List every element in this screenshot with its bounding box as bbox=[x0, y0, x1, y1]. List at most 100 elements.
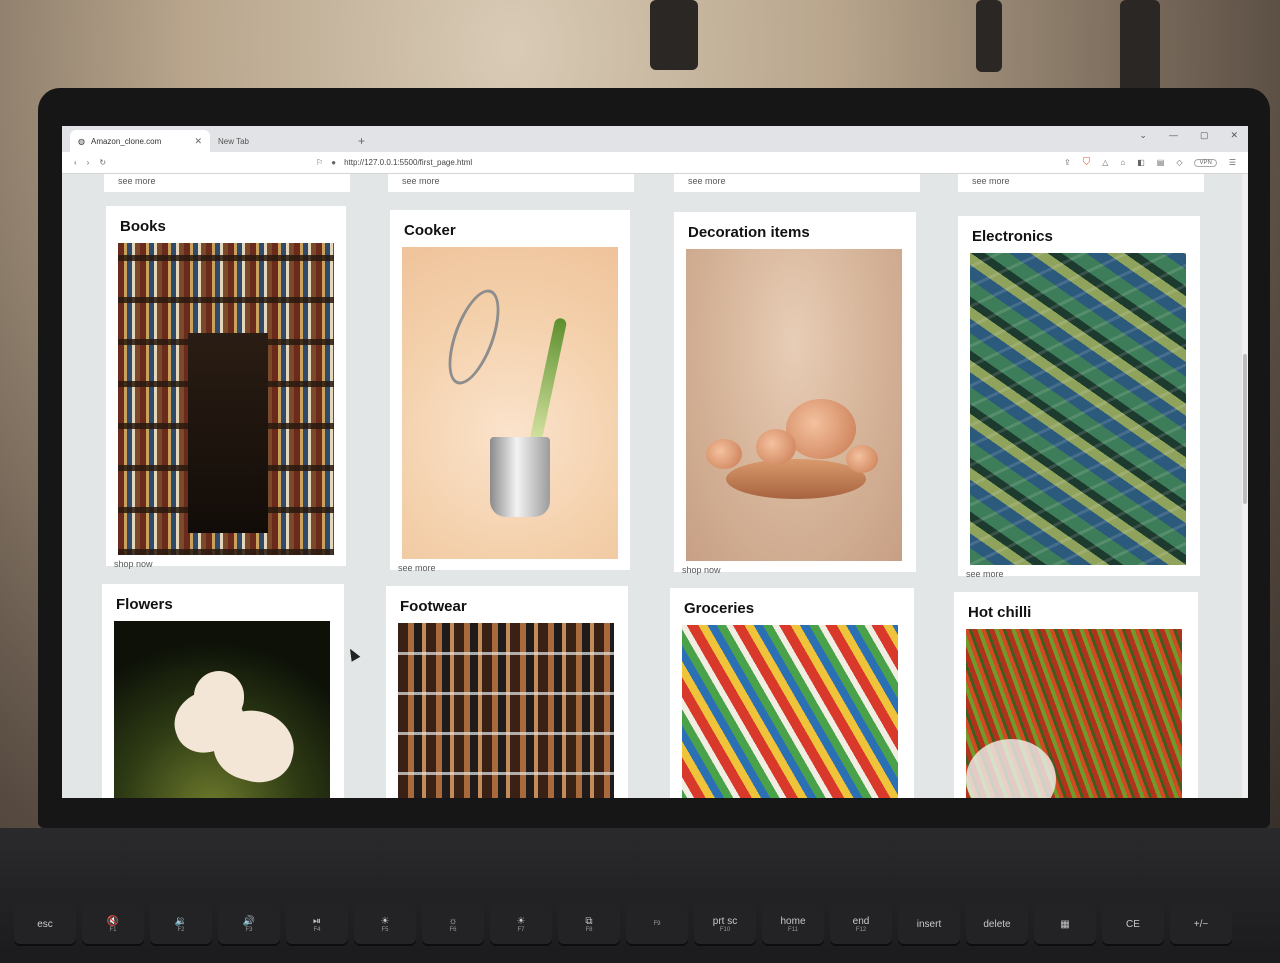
page-scrollbar[interactable] bbox=[1242, 174, 1248, 798]
see-more-link[interactable]: see more bbox=[388, 174, 634, 192]
maximize-icon[interactable]: ▢ bbox=[1200, 130, 1209, 141]
shop-now-link[interactable]: shop now bbox=[114, 559, 340, 569]
brave-shield-icon[interactable]: ⛉ bbox=[1083, 157, 1091, 168]
shop-now-link[interactable]: shop now bbox=[682, 565, 910, 575]
key-brightness-down[interactable]: ☼ F6 bbox=[422, 904, 484, 944]
card-title: Cooker bbox=[404, 222, 456, 239]
pumpkin-shape bbox=[756, 429, 796, 465]
grocery-shelf-photo[interactable] bbox=[682, 625, 898, 798]
key-label: delete bbox=[983, 918, 1011, 930]
chair-leg bbox=[650, 0, 698, 70]
key-prt-sc[interactable]: prt sc F10 bbox=[694, 904, 756, 944]
key-play-pause[interactable]: ⏯ F4 bbox=[286, 904, 348, 944]
chilli-market-photo[interactable] bbox=[966, 629, 1182, 798]
key-sublabel: F4 bbox=[313, 926, 321, 933]
key-sublabel: F8 bbox=[585, 926, 593, 933]
card-title: Electronics bbox=[972, 228, 1053, 245]
key-ce[interactable]: CE bbox=[1102, 904, 1164, 944]
tab-label: New Tab bbox=[218, 136, 249, 146]
key-home[interactable]: home F11 bbox=[762, 904, 824, 944]
see-more-link[interactable]: see more bbox=[398, 563, 624, 573]
sidebar-icon[interactable]: ◧ bbox=[1137, 158, 1145, 167]
key-volume-down[interactable]: 🔉 F2 bbox=[150, 904, 212, 944]
key-end[interactable]: end F12 bbox=[830, 904, 892, 944]
minimize-icon[interactable]: — bbox=[1169, 130, 1178, 141]
browser-tab-bar: ◍ Amazon_clone.com ✕ New Tab + ⌄ — ▢ ✕ bbox=[62, 126, 1248, 152]
key-label: 🔇 bbox=[106, 915, 120, 927]
address-bar[interactable]: ⚐ ● http://127.0.0.1:5500/first_page.htm… bbox=[316, 158, 1054, 167]
category-card-flowers[interactable]: Flowers bbox=[102, 584, 344, 798]
url-text[interactable]: http://127.0.0.1:5500/first_page.html bbox=[344, 158, 472, 167]
key-insert[interactable]: insert bbox=[898, 904, 960, 944]
category-card-hot-chilli[interactable]: Hot chilli bbox=[954, 592, 1198, 798]
pumpkin-decoration-photo[interactable] bbox=[686, 249, 902, 561]
vpn-button[interactable]: VPN bbox=[1194, 158, 1217, 167]
key-brightness-up[interactable]: ☀ F7 bbox=[490, 904, 552, 944]
see-more-link[interactable]: see more bbox=[674, 174, 920, 192]
wallet-icon[interactable]: ⌂ bbox=[1120, 158, 1125, 167]
key-f9[interactable]: F9 bbox=[626, 904, 688, 944]
see-more-link[interactable]: see more bbox=[966, 569, 1194, 579]
card-title: Hot chilli bbox=[968, 604, 1032, 621]
chevron-down-icon[interactable]: ⌄ bbox=[1139, 130, 1147, 141]
window-controls: ⌄ — ▢ ✕ bbox=[1139, 130, 1238, 141]
back-icon[interactable]: ‹ bbox=[74, 158, 77, 167]
close-window-icon[interactable]: ✕ bbox=[1230, 130, 1238, 141]
card-title: Books bbox=[120, 218, 166, 235]
reload-icon[interactable]: ↻ bbox=[99, 158, 106, 167]
globe-icon: ◍ bbox=[78, 136, 85, 146]
chair-leg bbox=[976, 0, 1002, 72]
card-title: Footwear bbox=[400, 598, 467, 615]
category-card-footwear[interactable]: Footwear bbox=[386, 586, 628, 798]
hibiscus-flower-photo[interactable] bbox=[114, 621, 330, 798]
leo-icon[interactable]: ◇ bbox=[1176, 158, 1182, 167]
key-delete[interactable]: delete bbox=[966, 904, 1028, 944]
bookmark-icon[interactable]: ⚐ bbox=[316, 158, 323, 167]
sandals-display-photo[interactable] bbox=[398, 623, 614, 798]
key-sublabel: F11 bbox=[788, 926, 798, 933]
key-sublabel: F1 bbox=[109, 926, 117, 933]
category-card-cooker[interactable]: Cooker see more bbox=[390, 210, 630, 573]
key-label: esc bbox=[37, 918, 53, 930]
key-display[interactable]: ⧉ F8 bbox=[558, 904, 620, 944]
key-sublabel: F7 bbox=[517, 926, 525, 933]
menu-icon[interactable]: ☰ bbox=[1229, 158, 1236, 167]
category-card-books[interactable]: Books shop now bbox=[106, 206, 346, 569]
site-info-icon[interactable]: ● bbox=[331, 158, 336, 167]
key-keyboard-light[interactable]: ☀ F5 bbox=[354, 904, 416, 944]
category-card-electronics[interactable]: Electronics see more bbox=[958, 216, 1200, 579]
key-calculator[interactable]: ▦ bbox=[1034, 904, 1096, 944]
key-mute[interactable]: 🔇 F1 bbox=[82, 904, 144, 944]
wallet-card-icon[interactable]: ▤ bbox=[1157, 158, 1165, 167]
key-esc[interactable]: esc bbox=[14, 904, 76, 944]
wooden-plate-shape bbox=[726, 459, 866, 499]
key-plus-minus[interactable]: +/− bbox=[1170, 904, 1232, 944]
category-card-groceries[interactable]: Groceries bbox=[670, 588, 914, 798]
tab-amazon-clone[interactable]: ◍ Amazon_clone.com ✕ bbox=[70, 130, 210, 152]
forward-icon[interactable]: › bbox=[87, 158, 90, 167]
circuit-boards-photo[interactable] bbox=[970, 253, 1186, 565]
share-icon[interactable]: ⇪ bbox=[1064, 158, 1071, 167]
mouse-cursor-icon bbox=[345, 646, 361, 662]
key-label: +/− bbox=[1193, 918, 1209, 930]
close-icon[interactable]: ✕ bbox=[194, 136, 202, 147]
key-volume-up[interactable]: 🔊 F3 bbox=[218, 904, 280, 944]
petal-shape bbox=[194, 671, 244, 721]
category-card-decoration-items[interactable]: Decoration items shop now bbox=[674, 212, 916, 575]
see-more-link[interactable]: see more bbox=[104, 174, 350, 192]
card-title: Groceries bbox=[684, 600, 755, 617]
brave-rewards-icon[interactable]: △ bbox=[1102, 158, 1108, 167]
new-tab-button[interactable]: + bbox=[358, 134, 365, 148]
key-label: 🔊 bbox=[242, 915, 256, 927]
key-label: home bbox=[780, 915, 806, 927]
tab-label: Amazon_clone.com bbox=[90, 136, 162, 146]
pumpkin-shape bbox=[786, 399, 856, 459]
chair-leg bbox=[1120, 0, 1160, 100]
see-more-link[interactable]: see more bbox=[958, 174, 1204, 192]
scrollbar-thumb[interactable] bbox=[1243, 354, 1247, 504]
browser-toolbar: ‹ › ↻ ⚐ ● http://127.0.0.1:5500/first_pa… bbox=[62, 152, 1248, 174]
books-library-photo[interactable] bbox=[118, 243, 334, 555]
tab-new-tab[interactable]: New Tab bbox=[210, 130, 350, 152]
cooker-pot-photo[interactable] bbox=[402, 247, 618, 559]
key-sublabel: F12 bbox=[855, 926, 867, 933]
